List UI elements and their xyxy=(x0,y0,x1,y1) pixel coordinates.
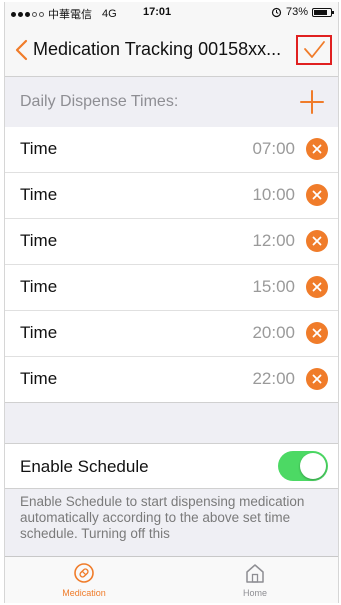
enable-schedule-label: Enable Schedule xyxy=(20,457,149,476)
time-row[interactable]: Time 15:00 xyxy=(5,265,338,311)
tab-home-label: Home xyxy=(242,588,267,598)
close-icon xyxy=(312,328,322,338)
time-row-value[interactable]: 10:00 xyxy=(252,185,295,205)
status-bar: 中華電信 4G 17:01 73% xyxy=(5,2,338,24)
time-row-value[interactable]: 20:00 xyxy=(252,323,295,343)
time-row-value[interactable]: 15:00 xyxy=(252,277,295,297)
close-icon xyxy=(312,374,322,384)
carrier-name: 中華電信 xyxy=(48,9,92,21)
battery-percent: 73% xyxy=(285,6,308,18)
checkmark-icon xyxy=(304,41,325,58)
page-title: Medication Tracking 00158xx... xyxy=(33,39,282,59)
toggle-knob xyxy=(300,453,326,479)
time-row[interactable]: Time 20:00 xyxy=(5,311,338,357)
battery-icon xyxy=(312,7,334,17)
schedule-description: Enable Schedule to start dispensing medi… xyxy=(20,494,305,541)
remove-time-button[interactable] xyxy=(306,138,328,160)
remove-time-button[interactable] xyxy=(306,230,328,252)
enable-schedule-toggle[interactable] xyxy=(278,451,328,481)
time-row-label: Time xyxy=(20,185,58,204)
time-row[interactable]: Time 12:00 xyxy=(5,219,338,265)
close-icon xyxy=(312,190,322,200)
tab-bar: Medication Home xyxy=(5,556,338,603)
time-row-label: Time xyxy=(20,277,58,296)
time-row-label: Time xyxy=(20,231,58,250)
dispense-times-header: Daily Dispense Times: xyxy=(5,77,338,127)
navigation-bar: Medication Tracking 00158xx... xyxy=(5,24,338,77)
pill-icon xyxy=(74,563,94,583)
add-time-icon[interactable] xyxy=(299,89,325,115)
close-icon xyxy=(312,144,322,154)
app-screen: 中華電信 4G 17:01 73% Medication Tracking 00… xyxy=(4,2,339,603)
time-row-value[interactable]: 22:00 xyxy=(252,369,295,389)
status-right: 73% xyxy=(271,6,334,18)
remove-time-button[interactable] xyxy=(306,276,328,298)
network-type: 4G xyxy=(102,8,117,20)
section-title: Daily Dispense Times: xyxy=(20,93,179,110)
signal-strength-icon xyxy=(11,11,44,17)
save-button[interactable] xyxy=(296,35,332,65)
time-row-label: Time xyxy=(20,323,58,342)
close-icon xyxy=(312,282,322,292)
tab-medication-label: Medication xyxy=(62,588,106,598)
tab-home[interactable]: Home xyxy=(215,561,295,598)
back-chevron-icon[interactable] xyxy=(13,38,31,62)
time-row[interactable]: Time 22:00 xyxy=(5,357,338,403)
enable-schedule-row: Enable Schedule xyxy=(5,443,338,489)
time-row-value[interactable]: 12:00 xyxy=(252,231,295,251)
remove-time-button[interactable] xyxy=(306,322,328,344)
time-row-value[interactable]: 07:00 xyxy=(252,139,295,159)
tab-medication[interactable]: Medication xyxy=(44,561,124,598)
close-icon xyxy=(312,236,322,246)
time-row[interactable]: Time 10:00 xyxy=(5,173,338,219)
dispense-times-list: Time 07:00 Time 10:00 Time 12:00 Time 15… xyxy=(5,127,338,403)
remove-time-button[interactable] xyxy=(306,368,328,390)
status-left: 中華電信 4G xyxy=(11,6,117,22)
home-icon xyxy=(246,564,264,583)
time-row[interactable]: Time 07:00 xyxy=(5,127,338,173)
time-row-label: Time xyxy=(20,139,58,158)
remove-time-button[interactable] xyxy=(306,184,328,206)
time-row-label: Time xyxy=(20,369,58,388)
alarm-icon xyxy=(271,7,282,17)
status-time: 17:01 xyxy=(143,6,172,18)
